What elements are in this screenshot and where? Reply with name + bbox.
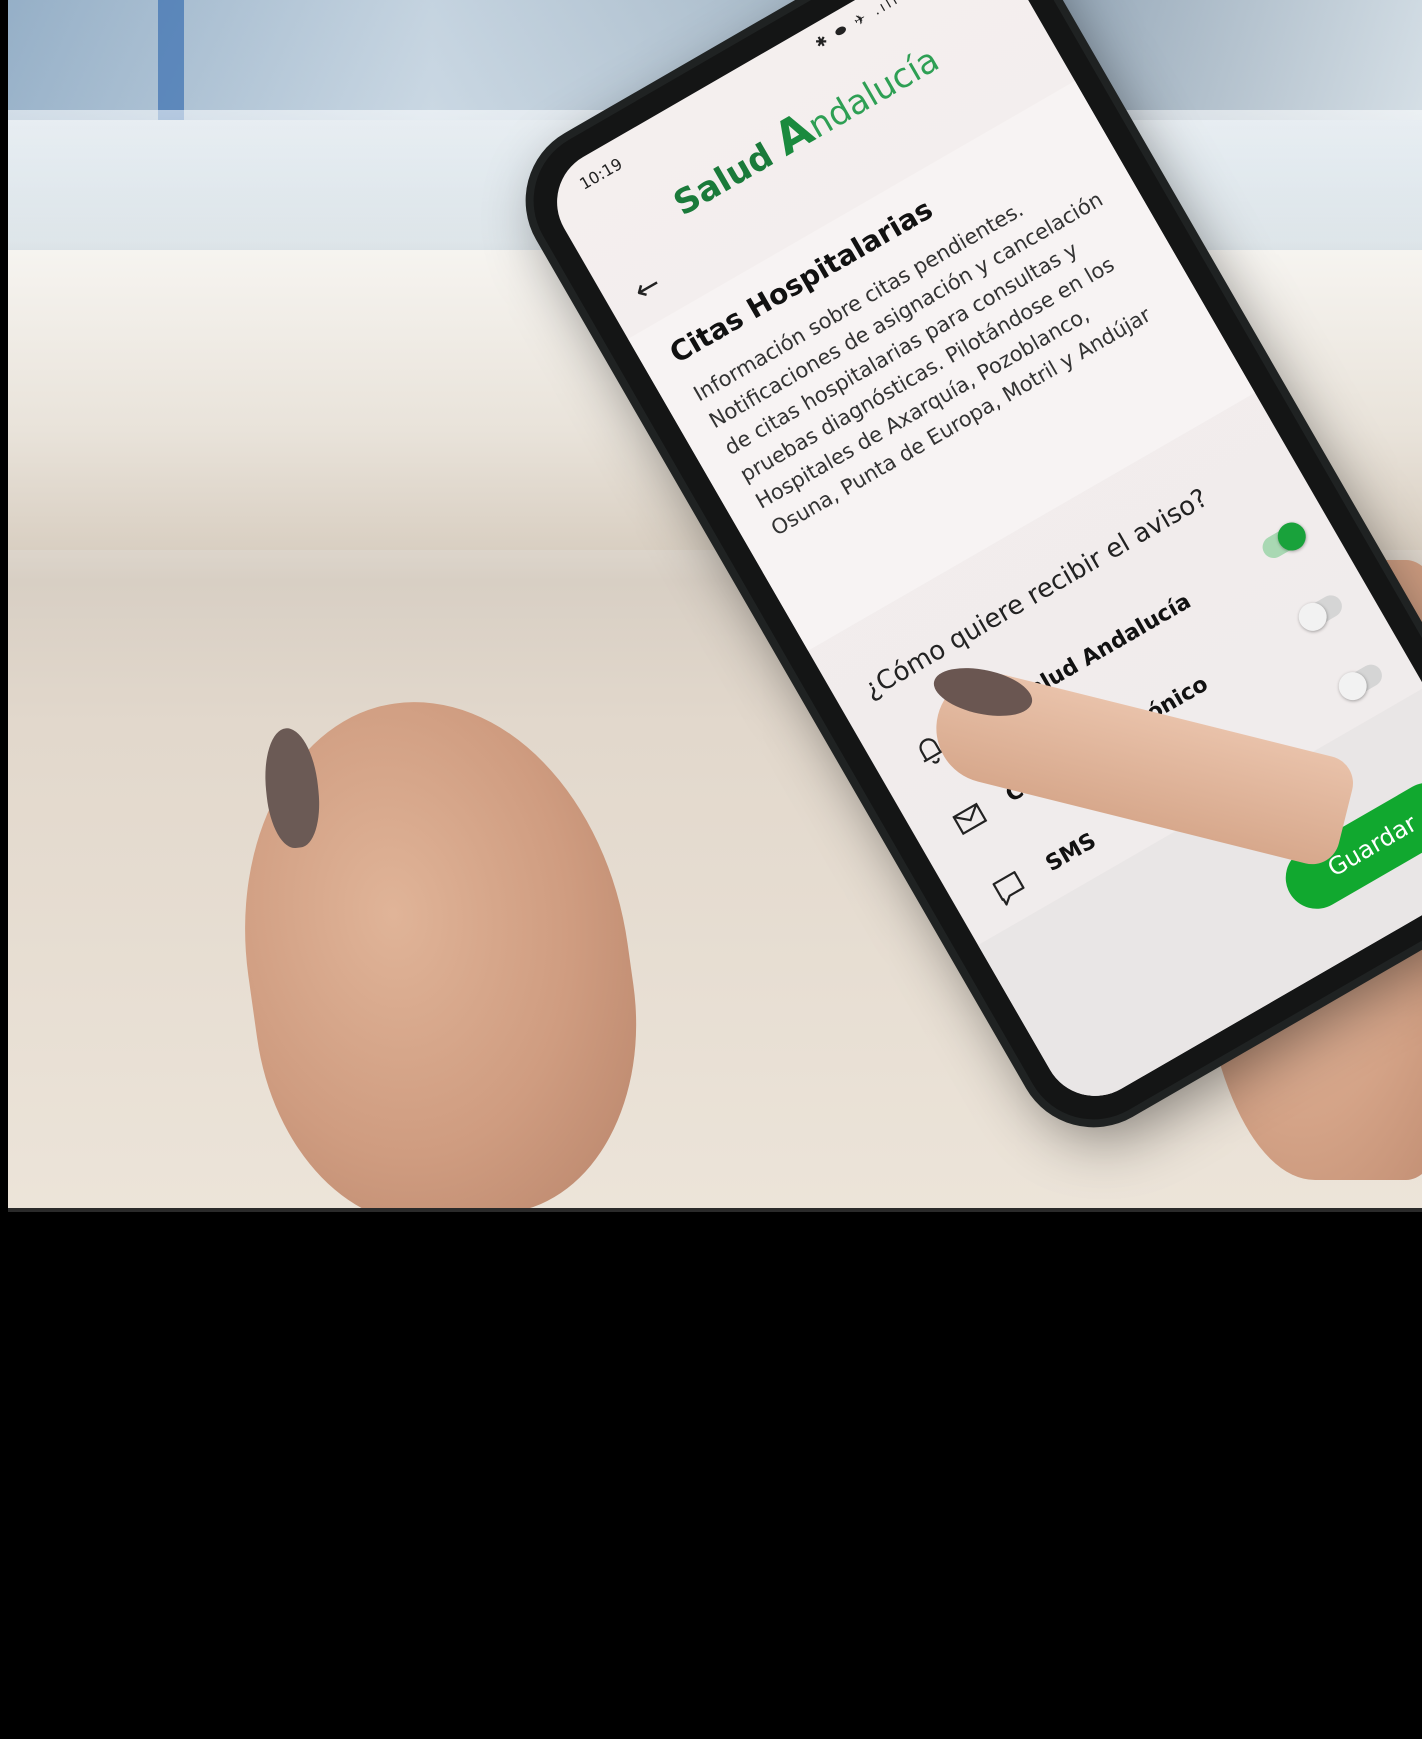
toggle-knob	[1293, 597, 1332, 636]
option-label: SMS	[1041, 828, 1101, 877]
blue-pole	[158, 0, 184, 120]
status-time: 10:19	[576, 154, 626, 194]
email-toggle[interactable]	[1293, 591, 1346, 636]
chat-icon	[992, 871, 1025, 906]
sms-toggle[interactable]	[1333, 660, 1386, 706]
mail-icon	[952, 802, 988, 836]
back-arrow-icon[interactable]: ←	[628, 266, 667, 309]
photo-background: 10:19 ✱ ⬬ ✈ .ıll .ıll 94 Salud Andalucía…	[8, 0, 1422, 1210]
logo-salud: Salud	[667, 135, 781, 225]
app-toggle[interactable]	[1258, 517, 1311, 563]
toggle-knob	[1272, 517, 1311, 556]
image-divider	[8, 1208, 1422, 1212]
toggle-knob	[1333, 666, 1372, 706]
